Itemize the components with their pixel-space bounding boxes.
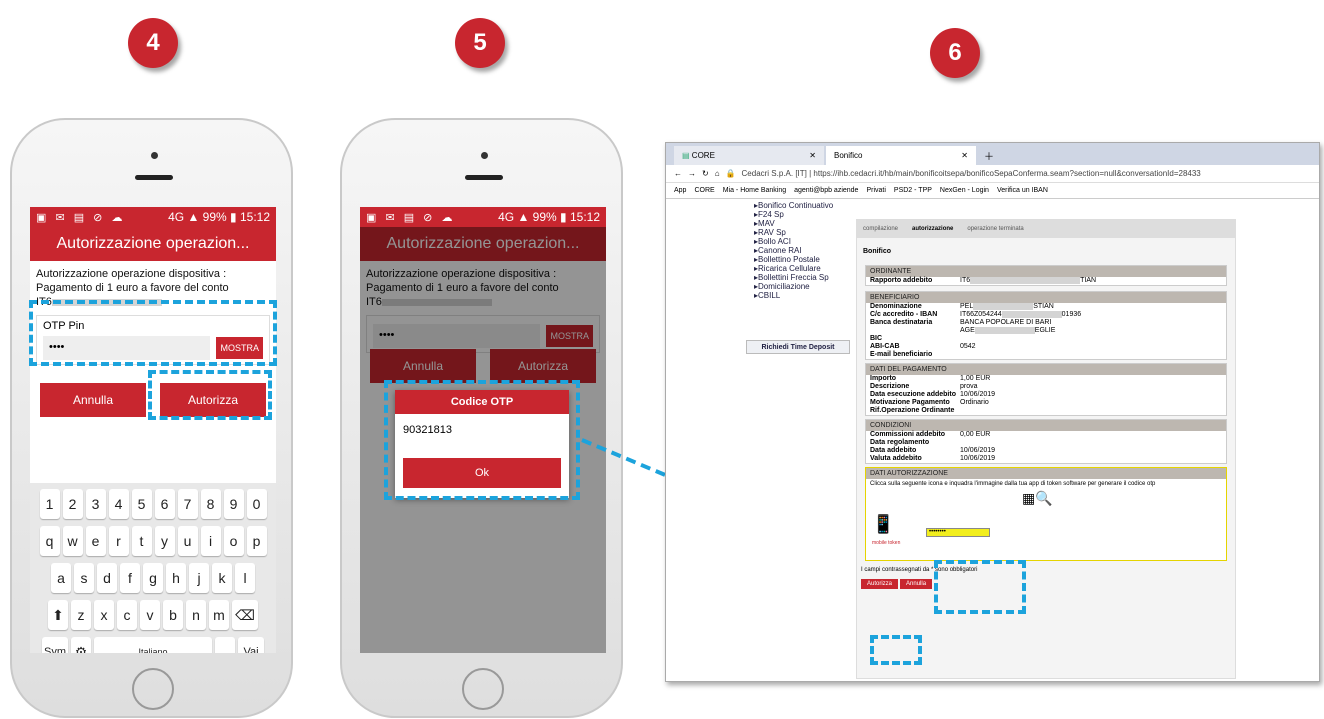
new-tab-button[interactable]: ＋: [978, 146, 1000, 165]
auth-instruction: Clicca sulla seguente icona e inquadra l…: [870, 481, 1156, 487]
content-panel: compilazione autorizzazione operazione ter…: [856, 219, 1236, 679]
field-row: Valuta addebito 10/06/2019: [870, 455, 996, 462]
bookmark-item[interactable]: agenti@bpb aziende: [794, 187, 858, 194]
field-row: Importo 1,00 EUR: [870, 375, 991, 382]
autorizzazione-header: DATI AUTORIZZAZIONE: [866, 468, 1226, 479]
sidebar-item[interactable]: ▸Domiciliazione: [754, 282, 833, 291]
field-row: Data regolamento: [870, 439, 930, 446]
callout-token-pin: [934, 560, 1026, 614]
token-pin-input[interactable]: ••••••••: [926, 528, 990, 537]
cancel-button[interactable]: Annulla: [900, 579, 933, 589]
field-row: Data addebito 10/06/2019: [870, 447, 996, 454]
field-row: Data esecuzione addebito 10/06/2019: [870, 391, 996, 398]
bookmark-item[interactable]: Mia - Home Banking: [723, 187, 786, 194]
bookmark-item[interactable]: PSD2 - TPP: [894, 187, 932, 194]
field-row: Denominazione PEL STIAN: [870, 303, 1054, 310]
sidebar-item[interactable]: ▸Bollettini Freccia Sp: [754, 273, 833, 282]
field-row: Descrizione prova: [870, 383, 978, 390]
bookmark-item[interactable]: App: [674, 187, 686, 194]
field-row: Banca destinataria BANCA POPOLARE DI BARI: [870, 319, 1052, 326]
field-row: Commissioni addebito 0,00 EUR: [870, 431, 991, 438]
reload-icon[interactable]: ↻: [702, 169, 709, 178]
address-bar[interactable]: Cedacri S.p.A. [IT] | https://ihb.cedacr…: [742, 169, 1201, 178]
time-deposit-button[interactable]: Richiedi Time Deposit: [746, 340, 850, 354]
field-row: ABI-CAB 0542: [870, 343, 976, 350]
field-row: E-mail beneficiario: [870, 351, 933, 358]
sidebar-item[interactable]: ▸Bonifico Continuativo: [754, 201, 833, 210]
sidebar-item[interactable]: ▸F24 Sp: [754, 210, 833, 219]
home-icon[interactable]: ⌂: [715, 169, 720, 178]
bookmark-item[interactable]: Privati: [866, 187, 885, 194]
sidebar-item[interactable]: ▸Bollo ACI: [754, 237, 833, 246]
beneficiario-header: BENEFICIARIO: [866, 292, 1226, 303]
tab-core[interactable]: ▤ CORE ✕: [674, 146, 824, 165]
close-tab-icon[interactable]: ✕: [961, 151, 968, 160]
sidebar-item[interactable]: ▸RAV Sp: [754, 228, 833, 237]
mobile-token-label: mobile token: [872, 540, 901, 546]
bookmarks-bar: App CORE Mia - Home Banking agenti@bpb azie…: [666, 183, 1319, 199]
field-row: BIC: [870, 335, 883, 342]
sidebar-menu: ▸Bonifico Continuativo ▸F24 Sp ▸MAV ▸RAV Sp…: [754, 201, 833, 300]
back-icon[interactable]: ←: [674, 169, 682, 178]
forward-icon[interactable]: →: [688, 169, 696, 178]
sidebar-item[interactable]: ▸Ricarica Cellulare: [754, 264, 833, 273]
progress-steps: compilazione autorizzazione operazione ter…: [857, 220, 1235, 238]
authorize-button[interactable]: Autorizza: [861, 579, 899, 589]
page-title: Bonifico: [863, 248, 891, 255]
required-fields-note: I campi contrassegnati da * sono obbliga…: [861, 567, 978, 573]
field-row: Motivazione Pagamento Ordinario: [870, 399, 989, 406]
mobile-token-icon: 📱: [872, 514, 895, 534]
ordinante-header: ORDINANTE: [866, 266, 1226, 277]
field-row: C/c accredito - IBAN IT66Z054244 01936: [870, 311, 1082, 318]
sidebar-item[interactable]: ▸MAV: [754, 219, 833, 228]
pagamento-header: DATI DEL PAGAMENTO: [866, 364, 1226, 375]
field-row: AGE EGLIE: [960, 327, 1056, 334]
qr-code-icon[interactable]: ▦🔍: [1022, 490, 1053, 507]
tab-bonifico[interactable]: Bonifico ✕: [826, 146, 976, 165]
bookmark-item[interactable]: CORE: [694, 187, 714, 194]
callout-web-authorize: [870, 635, 922, 665]
close-tab-icon[interactable]: ✕: [809, 151, 816, 160]
lock-icon: 🔒: [725, 169, 736, 178]
condizioni-header: CONDIZIONI: [866, 420, 1226, 431]
bookmark-item[interactable]: NexGen - Login: [940, 187, 989, 194]
core-favicon-icon: ▤: [682, 151, 690, 160]
sidebar-item[interactable]: ▸CBILL: [754, 291, 833, 300]
field-row: Rif.Operazione Ordinante: [870, 407, 955, 414]
sidebar-item[interactable]: ▸Canone RAI: [754, 246, 833, 255]
bookmark-item[interactable]: Verifica un IBAN: [997, 187, 1048, 194]
sidebar-item[interactable]: ▸Bollettino Postale: [754, 255, 833, 264]
